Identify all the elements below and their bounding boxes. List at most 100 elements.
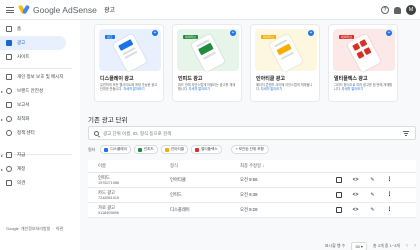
sidebar-item-brand-safety[interactable]: ▸ 브랜드 안전성 [0, 84, 72, 98]
sidebar-item-ads[interactable]: 광고 [0, 36, 66, 50]
ad-unit-modified: 오전 9:56 [240, 177, 258, 182]
more-options-icon[interactable]: ⋮ [386, 177, 393, 184]
include-archived-chip[interactable]: + 보관된 단위 포함 [230, 145, 269, 154]
add-icon[interactable]: + [386, 30, 392, 36]
learn-more-link[interactable]: 자세히 알아보기 [123, 87, 144, 91]
multiplex-format-icon [195, 147, 200, 152]
column-header-type[interactable]: 형식 [170, 163, 178, 169]
in-feed-ad-illustration: 네이티브 [177, 29, 239, 73]
rows-per-page-select[interactable]: 30 ▾ [351, 241, 367, 250]
get-code-icon[interactable]: <> [352, 192, 359, 199]
ad-format-tag: 네이티브 [261, 35, 277, 39]
display-ad-illustration: 광고 [99, 29, 161, 73]
search-input[interactable] [103, 130, 303, 136]
terms-link[interactable]: 약관 [56, 226, 63, 232]
ad-type-card-in-feed[interactable]: 네이티브 + 인피드 광고 피드 안에 자연스럽게 어울리는 광고를 게재합니다… [172, 24, 242, 102]
filter-chip-in-article[interactable]: 인아티클 [160, 145, 189, 154]
main-menu-button[interactable] [0, 0, 20, 20]
brand-safety-icon [6, 88, 12, 94]
help-icon[interactable]: ? [381, 6, 389, 14]
multiplex-ad-illustration: 네이티브 [333, 29, 395, 73]
card-title: 인피드 광고 [178, 76, 203, 82]
previous-page-icon[interactable]: ‹ [406, 243, 408, 249]
rows-per-page-label: 표시할 행 수 [324, 243, 346, 248]
expand-caret-icon: ▸ [1, 152, 4, 158]
ad-unit-name[interactable]: 인피드 1976271986 [98, 175, 119, 185]
privacy-policy-link[interactable]: 개인정보처리방침 [21, 226, 50, 232]
table-row[interactable]: 인피드 1976271986 인아티클 오전 9:56 <> ✎ ⋮ [88, 173, 416, 188]
learn-more-link[interactable]: 자세히 알아보기 [261, 87, 282, 91]
logo-text: Google AdSense [33, 4, 97, 15]
next-page-icon[interactable]: › [414, 243, 416, 249]
column-header-name[interactable]: 이름 [98, 163, 106, 169]
edit-icon[interactable]: ✎ [369, 192, 376, 199]
table-row[interactable]: 카드 광고 7248951015 인피드 오전 9:38 <> ✎ ⋮ [88, 188, 416, 203]
filter-label: 필터 [88, 146, 96, 152]
expand-caret-icon: ▸ [1, 116, 4, 122]
expand-caret-icon: ▸ [1, 166, 4, 172]
display-format-icon [104, 147, 109, 152]
edit-icon[interactable]: ✎ [369, 177, 376, 184]
sidebar-item-policy-center[interactable]: 정책 센터 [0, 126, 72, 140]
ad-unit-modified: 오전 9:38 [240, 192, 258, 197]
ad-type-card-multiplex[interactable]: 네이티브 + 멀티플렉스 광고 그리드 형식으로 여러 광고를 한 번에 게재합… [328, 24, 398, 102]
edit-icon[interactable]: ✎ [369, 207, 376, 214]
card-title: 디스플레이 광고 [100, 76, 134, 82]
filter-chip-display[interactable]: 디스플레이 [100, 145, 131, 154]
report-icon[interactable] [336, 192, 342, 198]
sidebar-item-privacy[interactable]: 개인 정보 보호 및 메시지 [0, 70, 72, 84]
ad-unit-modified: 오전 9:28 [240, 207, 258, 212]
ad-type-card-in-article[interactable]: 네이티브 + 인아티클 광고 페이지 콘텐츠 사이에 자연스럽게 게재됩니다. … [250, 24, 320, 102]
report-icon[interactable] [336, 177, 342, 183]
ad-unit-type: 인아티클 [170, 177, 186, 182]
in-article-ad-illustration: 네이티브 [255, 29, 317, 73]
ad-format-tag: 네이티브 [183, 35, 199, 39]
filter-chip-in-feed[interactable]: 인피드 [133, 145, 158, 154]
sidebar-item-optimization[interactable]: ▸ 최적화 [0, 112, 72, 126]
ad-units-table: 이름 형식 최종 수정일 ↓ 인피드 1976271986 인아티클 오전 9:5… [88, 160, 416, 218]
ad-unit-id: 7248951015 [98, 196, 120, 200]
sidebar-item-home[interactable]: 홈 [0, 22, 72, 36]
sidebar-item-reports[interactable]: 보고서 [0, 98, 72, 112]
sidebar-divider [0, 68, 72, 69]
card-description: 페이지 콘텐츠 사이에 자연스럽게 게재됩니다. 자세히 알아보기 [256, 83, 313, 91]
ad-type-card-display[interactable]: 광고 + 디스플레이 광고 유연하게 모든 웹사이트에 게재 가능한 광고 단위… [94, 24, 164, 102]
filter-chip-multiplex[interactable]: 멀티플렉스 [191, 145, 222, 154]
learn-more-link[interactable]: 자세히 알아보기 [342, 87, 363, 91]
get-code-icon[interactable]: <> [352, 207, 359, 214]
main-content: 광고 + 디스플레이 광고 유연하게 모든 웹사이트에 게재 가능한 광고 단위… [80, 20, 420, 250]
sidebar-item-account[interactable]: ▸ 계정 [0, 162, 72, 176]
reports-icon [6, 102, 12, 108]
ad-unit-id: 9118409896 [98, 211, 119, 215]
add-icon[interactable]: + [152, 30, 158, 36]
card-description: 그리드 형식으로 여러 광고를 한 번에 게재합니다. 자세히 알아보기 [334, 83, 393, 91]
ad-unit-name[interactable]: 카드 광고 7248951015 [98, 190, 119, 200]
optimization-icon [6, 116, 12, 122]
column-header-modified[interactable]: 최종 수정일 ↓ [240, 163, 264, 169]
filter-list-icon[interactable] [403, 131, 409, 136]
sidebar-item-feedback[interactable]: 의견 [0, 176, 72, 190]
pagination-range: 총 3개 중 1~3개 [372, 243, 400, 248]
home-icon [6, 26, 12, 32]
learn-more-link[interactable]: 자세히 알아보기 [189, 87, 210, 91]
table-row[interactable]: 가로 광고 9118409896 디스플레이 오전 9:28 <> ✎ ⋮ [88, 203, 416, 218]
sidebar-item-sites[interactable]: 사이트 [0, 50, 72, 64]
card-description: 피드 안에 자연스럽게 어울리는 광고를 게재합니다. 자세히 알아보기 [178, 83, 236, 91]
get-code-icon[interactable]: <> [352, 177, 359, 184]
sidebar-footer: Google 개인정보처리방침 · 약관 [6, 226, 64, 232]
ad-unit-name[interactable]: 가로 광고 9118409896 [98, 205, 119, 215]
report-icon[interactable] [336, 207, 342, 213]
card-title: 인아티클 광고 [256, 76, 285, 82]
add-icon[interactable]: + [230, 30, 236, 36]
card-title: 멀티플렉스 광고 [334, 76, 368, 82]
account-avatar[interactable]: M [406, 5, 416, 15]
policy-icon [6, 130, 12, 136]
add-icon[interactable]: + [308, 30, 314, 36]
adsense-logo[interactable]: Google AdSense [18, 4, 97, 15]
sidebar-item-payments[interactable]: ▸ 지급 [0, 148, 72, 162]
more-options-icon[interactable]: ⋮ [386, 192, 393, 199]
more-options-icon[interactable]: ⋮ [386, 207, 393, 214]
notifications-icon[interactable] [394, 6, 401, 14]
table-header: 이름 형식 최종 수정일 ↓ [88, 160, 416, 173]
feedback-icon [6, 180, 12, 186]
